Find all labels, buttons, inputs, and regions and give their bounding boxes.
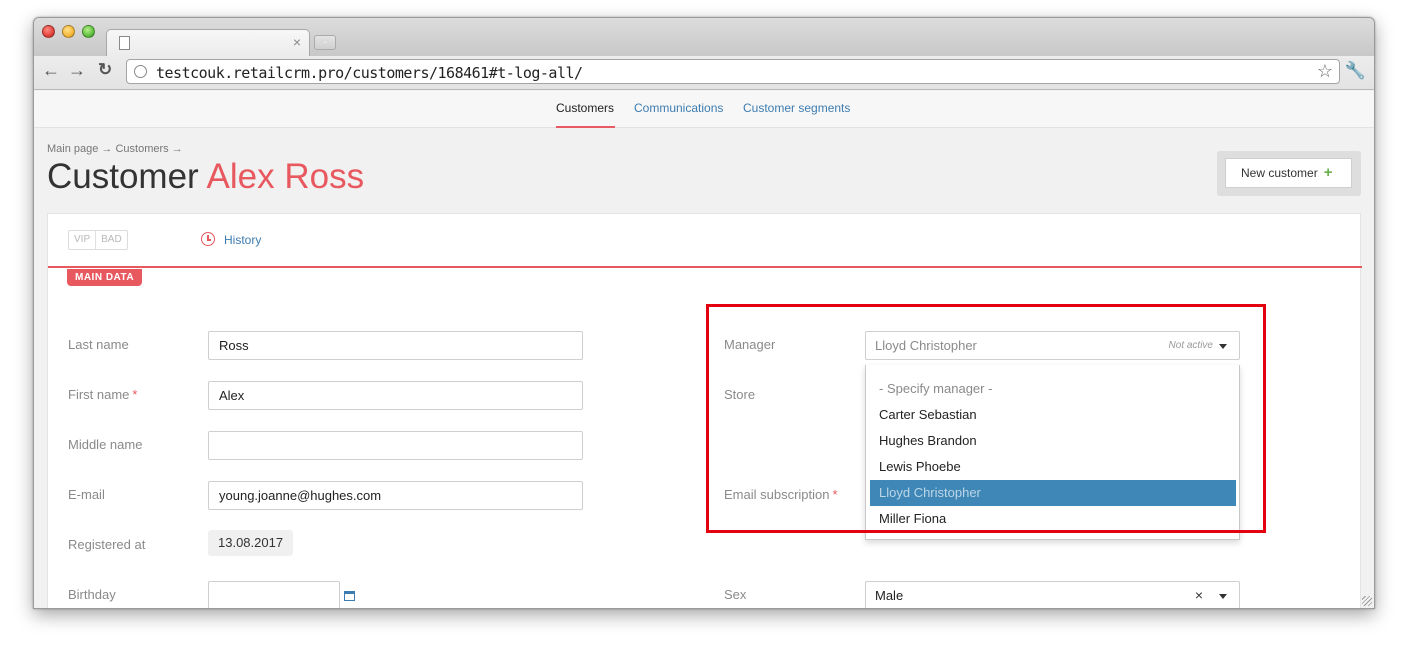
address-bar[interactable]: testcouk.retailcrm.pro/customers/168461#… bbox=[126, 59, 1340, 84]
page-title: Customer Alex Ross bbox=[47, 157, 364, 197]
nav-customer-segments[interactable]: Customer segments bbox=[743, 101, 850, 115]
sex-select[interactable]: Male × bbox=[865, 581, 1240, 608]
new-customer-button[interactable]: New customer + bbox=[1225, 158, 1352, 188]
address-text[interactable]: testcouk.retailcrm.pro/customers/168461#… bbox=[156, 64, 583, 82]
nav-customers[interactable]: Customers bbox=[556, 101, 614, 115]
first-name-label: First name * bbox=[68, 387, 137, 402]
registered-at-value: 13.08.2017 bbox=[208, 530, 294, 556]
resize-grip-icon[interactable] bbox=[1362, 596, 1372, 606]
title-prefix: Customer bbox=[47, 157, 199, 196]
history-clock-icon[interactable] bbox=[201, 232, 215, 246]
customer-name: Alex Ross bbox=[206, 157, 365, 196]
first-name-input[interactable]: Alex bbox=[208, 381, 583, 410]
sex-label: Sex bbox=[724, 587, 747, 602]
back-arrow-icon[interactable]: ← bbox=[42, 60, 60, 81]
birthday-input[interactable] bbox=[208, 581, 340, 608]
section-divider bbox=[48, 266, 1362, 268]
breadcrumb[interactable]: Main page → Customers → bbox=[47, 143, 183, 155]
forward-arrow-icon[interactable]: → bbox=[68, 60, 86, 81]
registered-at-label: Registered at bbox=[68, 537, 146, 552]
main-data-section-label[interactable]: MAIN DATA bbox=[67, 269, 143, 286]
wrench-icon[interactable]: 🔧 bbox=[1345, 61, 1366, 81]
middle-name-input[interactable] bbox=[208, 431, 583, 460]
history-link[interactable]: History bbox=[224, 233, 261, 247]
email-label: E-mail bbox=[68, 487, 105, 502]
close-window-button[interactable] bbox=[42, 25, 55, 38]
clear-icon[interactable]: × bbox=[1195, 582, 1203, 608]
last-name-label: Last name bbox=[68, 337, 129, 352]
sex-selected-value: Male bbox=[875, 588, 904, 603]
chevron-down-icon bbox=[1219, 594, 1227, 599]
globe-icon bbox=[134, 65, 147, 78]
browser-window: × + ← → ↻ testcouk.retailcrm.pro/custome… bbox=[33, 17, 1375, 609]
new-customer-label: New customer bbox=[1241, 166, 1318, 180]
page-content: Customers Communications Customer segmen… bbox=[34, 91, 1374, 608]
tag-vip[interactable]: VIP bbox=[69, 231, 95, 249]
browser-toolbar: ← → ↻ testcouk.retailcrm.pro/customers/1… bbox=[34, 56, 1374, 90]
birthday-label: Birthday bbox=[68, 587, 116, 602]
plus-icon: + bbox=[1323, 164, 1333, 181]
calendar-icon[interactable] bbox=[344, 591, 355, 601]
top-navigation: Customers Communications Customer segmen… bbox=[34, 91, 1374, 128]
new-tab-button[interactable]: + bbox=[314, 35, 336, 50]
first-name-label-text: First name bbox=[68, 387, 130, 402]
tag-bad[interactable]: BAD bbox=[95, 231, 127, 249]
minimize-window-button[interactable] bbox=[62, 25, 75, 38]
new-customer-container: New customer + bbox=[1217, 151, 1361, 196]
browser-tab[interactable]: × bbox=[106, 29, 310, 56]
reload-icon[interactable]: ↻ bbox=[98, 60, 112, 80]
bookmark-star-icon[interactable]: ☆ bbox=[1317, 61, 1333, 82]
highlight-annotation-box bbox=[706, 304, 1266, 533]
tab-close-icon[interactable]: × bbox=[293, 34, 301, 50]
zoom-window-button[interactable] bbox=[82, 25, 95, 38]
tab-strip: × + bbox=[34, 18, 1374, 56]
required-marker: * bbox=[132, 387, 138, 402]
last-name-input[interactable]: Ross bbox=[208, 331, 583, 360]
page-icon bbox=[119, 36, 130, 50]
middle-name-label: Middle name bbox=[68, 437, 143, 452]
active-nav-indicator bbox=[556, 126, 615, 128]
nav-communications[interactable]: Communications bbox=[634, 101, 723, 115]
email-input[interactable]: young.joanne@hughes.com bbox=[208, 481, 583, 510]
customer-tags: VIP BAD bbox=[68, 230, 128, 250]
